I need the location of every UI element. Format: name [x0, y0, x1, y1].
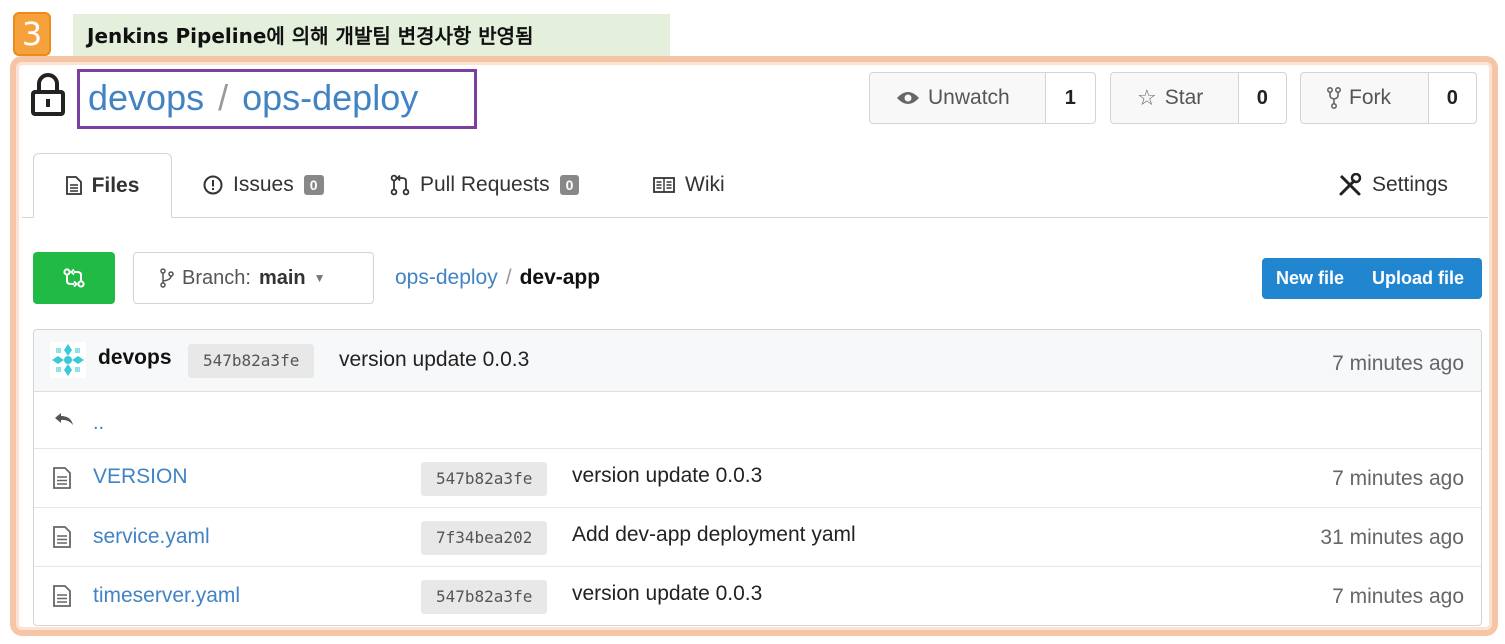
tab-files[interactable]: Files [33, 153, 172, 218]
pull-request-icon [390, 174, 410, 196]
file-icon [53, 467, 71, 489]
repo-owner-link[interactable]: devops [88, 77, 204, 118]
tab-issues-label: Issues [233, 173, 294, 196]
tab-settings-label: Settings [1372, 173, 1448, 196]
file-row[interactable]: VERSION 547b82a3fe version update 0.0.3 … [34, 449, 1481, 508]
commit-author[interactable]: devops [98, 346, 172, 370]
step-caption: Jenkins Pipeline에 의해 개발팀 변경사항 반영됨 [73, 14, 670, 58]
breadcrumb-root-link[interactable]: ops-deploy [395, 266, 498, 289]
file-actions-group: New file Upload file [1262, 258, 1482, 299]
branch-icon [160, 268, 174, 288]
file-text-icon [65, 176, 82, 195]
commit-age: 7 minutes ago [1332, 352, 1464, 375]
file-icon [53, 526, 71, 548]
compare-button[interactable] [33, 252, 115, 304]
step-number-badge: 3 [13, 12, 51, 56]
avatar [50, 342, 86, 378]
file-row[interactable]: timeserver.yaml 547b82a3fe version updat… [34, 567, 1481, 625]
file-commit-sha[interactable]: 547b82a3fe [421, 580, 548, 614]
tab-files-label: Files [91, 173, 140, 197]
commit-sha[interactable]: 547b82a3fe [188, 344, 315, 378]
file-commit-message[interactable]: version update 0.0.3 [572, 582, 762, 606]
parent-directory-link[interactable]: .. [93, 412, 104, 435]
tab-issues[interactable]: Issues 0 [203, 153, 324, 217]
watch-count[interactable]: 1 [1044, 73, 1095, 123]
eye-icon [897, 92, 919, 104]
fork-icon [1327, 87, 1341, 109]
file-commit-message[interactable]: Add dev-app deployment yaml [572, 523, 856, 547]
tabs-divider [22, 217, 1488, 218]
breadcrumb-current: dev-app [519, 266, 601, 289]
latest-commit-row: devops 547b82a3fe version update 0.0.3 7… [34, 330, 1481, 392]
upload-file-button[interactable]: Upload file [1344, 268, 1464, 289]
tools-icon [1339, 173, 1362, 196]
tab-pull-requests[interactable]: Pull Requests 0 [390, 153, 580, 217]
file-commit-message[interactable]: version update 0.0.3 [572, 464, 762, 488]
fork-label: Fork [1349, 86, 1391, 109]
star-count[interactable]: 0 [1237, 73, 1286, 123]
pull-requests-count-badge: 0 [559, 175, 580, 195]
parent-directory-row[interactable]: .. [34, 392, 1481, 449]
tab-settings[interactable]: Settings [1338, 153, 1448, 217]
file-name-link[interactable]: VERSION [93, 465, 188, 489]
book-icon [653, 177, 675, 193]
star-icon: ☆ [1137, 85, 1157, 110]
repo-name-link[interactable]: ops-deploy [242, 77, 418, 118]
file-commit-sha[interactable]: 547b82a3fe [421, 462, 548, 496]
lock-icon [31, 73, 65, 116]
file-name-link[interactable]: timeserver.yaml [93, 584, 240, 608]
file-row[interactable]: service.yaml 7f34bea202 Add dev-app depl… [34, 508, 1481, 567]
fork-count[interactable]: 0 [1427, 73, 1476, 123]
chevron-down-icon: ▼ [313, 271, 326, 285]
file-icon [53, 585, 71, 607]
issues-count-badge: 0 [303, 175, 324, 195]
file-commit-sha[interactable]: 7f34bea202 [421, 521, 548, 555]
file-name-link[interactable]: service.yaml [93, 525, 210, 549]
file-commit-age: 7 minutes ago [1332, 585, 1464, 608]
new-file-button[interactable]: New file [1262, 268, 1344, 289]
watch-label: Unwatch [928, 86, 1010, 109]
file-commit-age: 31 minutes ago [1320, 526, 1464, 549]
star-button[interactable]: ☆ Star 0 [1110, 72, 1287, 124]
tab-wiki[interactable]: Wiki [653, 153, 725, 217]
branch-name: main [258, 266, 306, 289]
file-table: devops 547b82a3fe version update 0.0.3 7… [33, 329, 1482, 626]
star-label: Star [1164, 86, 1204, 109]
branch-dropdown[interactable]: Branch: main ▼ [133, 252, 374, 304]
branch-prefix: Branch: [182, 266, 251, 289]
tab-pull-requests-label: Pull Requests [420, 173, 550, 196]
repo-separator: / [218, 77, 229, 118]
tab-wiki-label: Wiki [685, 173, 725, 196]
watch-button[interactable]: Unwatch 1 [869, 72, 1096, 124]
issue-icon [203, 175, 223, 195]
repo-title: devops / ops-deploy [88, 76, 418, 120]
fork-button[interactable]: Fork 0 [1300, 72, 1477, 124]
breadcrumb: ops-deploy / dev-app [395, 262, 600, 294]
commit-message[interactable]: version update 0.0.3 [339, 348, 529, 372]
breadcrumb-separator: / [505, 266, 512, 289]
compare-icon [63, 268, 85, 288]
reply-icon [55, 413, 73, 425]
file-commit-age: 7 minutes ago [1332, 467, 1464, 490]
